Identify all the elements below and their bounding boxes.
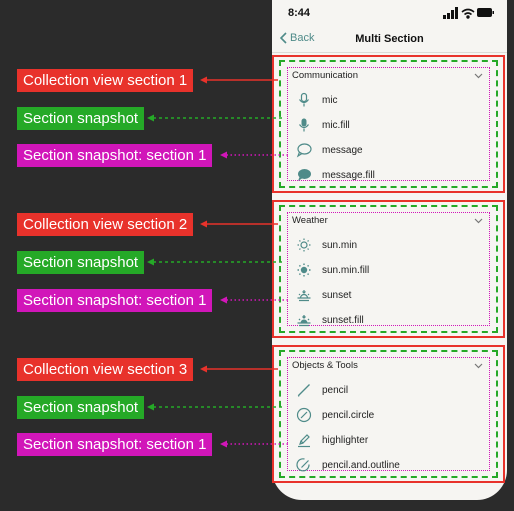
list-item-pencil-and-outline[interactable]: pencil.and.outline — [296, 457, 400, 473]
item-label: pencil.circle — [322, 409, 375, 421]
collection-view-section-3: Objects & Tools pencil pencil.circle hig… — [272, 345, 505, 483]
item-label: mic — [322, 94, 338, 106]
list-item-pencil[interactable]: pencil — [296, 382, 348, 398]
sun-min-icon — [297, 238, 311, 252]
label-section-snapshot-3: Section snapshot — [17, 396, 145, 419]
item-label: message.fill — [322, 169, 375, 181]
sunset-icon — [297, 290, 311, 302]
label-snapshot-section-1: Section snapshot: section 1 — [17, 144, 213, 167]
collection-view-section-2: Weather sun.min sun.min.fill sunset suns… — [272, 200, 505, 338]
collection-view-section-1: Communication mic mic.fill message messa… — [272, 55, 505, 193]
battery-icon — [477, 8, 494, 17]
message-fill-icon — [298, 169, 311, 181]
list-item-sunset-fill[interactable]: sunset.fill — [296, 312, 364, 328]
wifi-icon — [461, 8, 475, 19]
item-label: mic.fill — [322, 119, 350, 131]
label-collection-section-1: Collection view section 1 — [17, 69, 194, 92]
label-section-snapshot-1: Section snapshot — [17, 107, 145, 130]
pencil-icon — [297, 384, 310, 397]
item-label: pencil.and.outline — [322, 459, 400, 471]
item-label: pencil — [322, 384, 349, 396]
nav-divider — [272, 52, 507, 53]
arrow-collection-section-1 — [200, 76, 278, 84]
list-item-highlighter[interactable]: highlighter — [296, 432, 368, 448]
item-label: message — [322, 144, 363, 156]
list-item-sunset[interactable]: sunset — [296, 287, 351, 303]
section-title: Objects & Tools — [292, 360, 358, 371]
arrow-section-snapshot-2 — [147, 258, 282, 266]
chevron-down-icon — [474, 218, 483, 223]
list-item-sun-min-fill[interactable]: sun.min.fill — [296, 262, 369, 278]
status-icons — [443, 7, 494, 19]
item-label: sun.min.fill — [322, 264, 370, 276]
section-header[interactable]: Weather — [292, 215, 483, 226]
list-item-mic[interactable]: mic — [296, 92, 338, 108]
chevron-down-icon — [474, 363, 483, 368]
label-collection-section-3: Collection view section 3 — [17, 358, 194, 381]
pencil-and-outline-icon — [296, 458, 310, 472]
list-item-sun-min[interactable]: sun.min — [296, 237, 357, 253]
arrow-collection-section-3 — [200, 365, 278, 373]
section-header[interactable]: Communication — [292, 70, 483, 81]
label-collection-section-2: Collection view section 2 — [17, 213, 194, 236]
section-title: Communication — [292, 70, 358, 81]
arrow-collection-section-2 — [200, 220, 278, 228]
highlighter-icon — [298, 434, 310, 448]
label-snapshot-section-2: Section snapshot: section 1 — [17, 289, 213, 312]
mic-icon — [299, 92, 309, 107]
status-time: 8:44 — [288, 7, 311, 19]
pencil-circle-icon — [296, 407, 312, 423]
item-label: highlighter — [322, 434, 369, 446]
arrow-section-snapshot-1 — [147, 114, 282, 122]
signal-icon — [443, 7, 458, 19]
label-section-snapshot-2: Section snapshot — [17, 251, 145, 274]
chevron-down-icon — [474, 73, 483, 78]
item-label: sunset — [322, 289, 352, 301]
arrow-section-snapshot-3 — [147, 403, 282, 411]
list-item-mic-fill[interactable]: mic.fill — [296, 117, 350, 133]
sunset-fill-icon — [297, 315, 311, 327]
list-item-message-fill[interactable]: message.fill — [296, 167, 375, 183]
message-icon — [296, 143, 312, 158]
nav-title: Multi Section — [355, 33, 424, 45]
list-item-message[interactable]: message — [296, 142, 363, 158]
sun-min-fill-icon — [297, 263, 311, 277]
item-label: sun.min — [322, 239, 358, 251]
section-title: Weather — [292, 215, 328, 226]
section-header[interactable]: Objects & Tools — [292, 360, 483, 371]
mic-fill-icon — [299, 118, 309, 132]
label-snapshot-section-3: Section snapshot: section 1 — [17, 433, 213, 456]
list-item-pencil-circle[interactable]: pencil.circle — [296, 407, 374, 423]
item-label: sunset.fill — [322, 314, 364, 326]
